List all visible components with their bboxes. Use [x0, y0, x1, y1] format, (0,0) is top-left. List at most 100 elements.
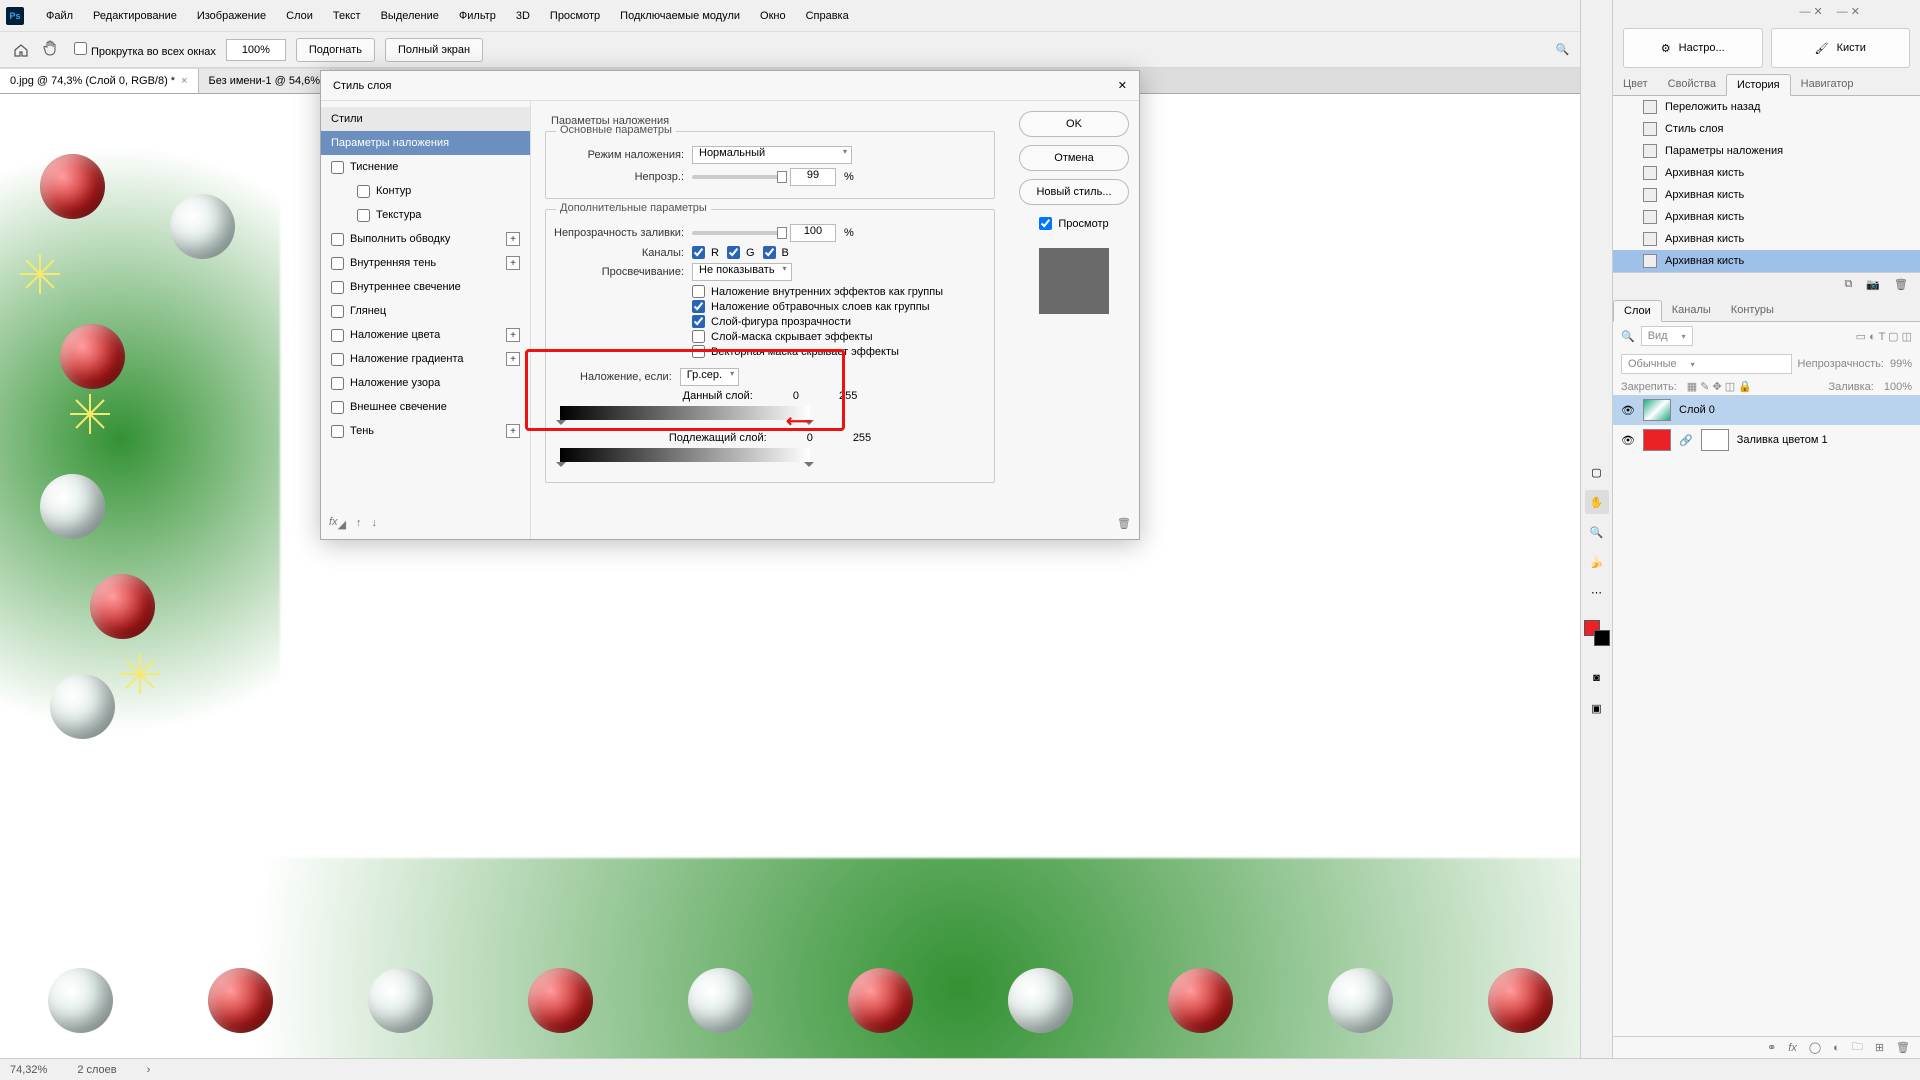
arrow-down-icon[interactable]: ↓ [372, 517, 378, 529]
under-layer-gradient[interactable] [560, 448, 810, 462]
menu-file[interactable]: Файл [36, 6, 83, 26]
menu-layers[interactable]: Слои [276, 6, 323, 26]
chk-vmask-fx[interactable] [692, 345, 705, 358]
cancel-button[interactable]: Отмена [1019, 145, 1129, 171]
search-icon[interactable]: 🔍 [1621, 330, 1635, 343]
history-item[interactable]: Архивная кисть [1613, 184, 1920, 206]
history-item[interactable]: Параметры наложения [1613, 140, 1920, 162]
layer-row-1[interactable]: 👁 🔗 Заливка цветом 1 [1613, 425, 1920, 455]
tab-navigator[interactable]: Навигатор [1791, 74, 1864, 95]
visibility-icon[interactable]: 👁 [1621, 434, 1635, 447]
artboard-icon[interactable]: ▢ [1585, 460, 1609, 484]
fullscreen-button[interactable]: Полный экран [385, 38, 483, 62]
mask-icon[interactable]: ◯ [1809, 1041, 1821, 1054]
blend-mode-select[interactable]: Нормальный [692, 146, 852, 164]
style-item[interactable]: Тень+ [321, 419, 530, 443]
history-item[interactable]: Стиль слоя [1613, 118, 1920, 140]
zoom-input[interactable]: 100% [226, 39, 286, 61]
menu-view[interactable]: Просмотр [540, 6, 610, 26]
styles-header[interactable]: Стили [331, 113, 363, 125]
style-item[interactable]: Выполнить обводку+ [321, 227, 530, 251]
style-item[interactable]: Контур [321, 179, 530, 203]
dock-settings[interactable]: ⚙Настро... [1623, 28, 1763, 68]
style-item[interactable]: Внутреннее свечение [321, 275, 530, 299]
style-item[interactable]: Текстура [321, 203, 530, 227]
history-item[interactable]: Архивная кисть [1613, 162, 1920, 184]
panel-minimize[interactable]: — ✕ [1799, 5, 1822, 18]
color-swatches[interactable] [1584, 620, 1610, 646]
layer-filter[interactable]: Вид [1641, 326, 1693, 346]
style-item[interactable]: Внутренняя тень+ [321, 251, 530, 275]
camera-icon[interactable]: 📷 [1866, 278, 1880, 291]
chk-inner-fx[interactable] [692, 285, 705, 298]
close-icon[interactable]: ✕ [1118, 79, 1127, 92]
preview-checkbox[interactable] [1039, 217, 1052, 230]
channel-r[interactable] [692, 246, 705, 259]
hand-tool-icon[interactable] [42, 39, 64, 61]
add-icon[interactable]: + [506, 424, 520, 438]
opacity-input[interactable]: 99 [790, 168, 836, 186]
visibility-icon[interactable]: 👁 [1621, 404, 1635, 417]
menu-plugins[interactable]: Подключаемые модули [610, 6, 750, 26]
fill-value[interactable]: 100% [1884, 381, 1912, 393]
tab-layers[interactable]: Слои [1613, 300, 1662, 322]
chk-trans-shape[interactable] [692, 315, 705, 328]
ok-button[interactable]: OK [1019, 111, 1129, 137]
quickmask-icon[interactable]: ◙ [1585, 666, 1609, 690]
style-item[interactable]: Наложение градиента+ [321, 347, 530, 371]
style-item[interactable]: Наложение цвета+ [321, 323, 530, 347]
history-item[interactable]: Архивная кисть [1613, 250, 1920, 272]
layer-row-0[interactable]: 👁 Слой 0 [1613, 395, 1920, 425]
style-item[interactable]: Наложение узора [321, 371, 530, 395]
knockout-select[interactable]: Не показывать [692, 263, 792, 281]
menu-edit[interactable]: Редактирование [83, 6, 187, 26]
doc-tab-0[interactable]: 0.jpg @ 74,3% (Слой 0, RGB/8) *× [0, 69, 199, 93]
folder-icon[interactable]: 🗀 [1852, 1038, 1863, 1057]
menu-3d[interactable]: 3D [506, 6, 540, 26]
fx-icon[interactable]: fx◢ [329, 516, 346, 531]
chk-mask-fx[interactable] [692, 330, 705, 343]
home-icon[interactable] [10, 39, 32, 61]
menu-help[interactable]: Справка [796, 6, 859, 26]
fill-opacity-input[interactable]: 100 [790, 224, 836, 242]
more-tools[interactable]: ⋯ [1585, 580, 1609, 604]
channel-b[interactable] [763, 246, 776, 259]
fit-button[interactable]: Подогнать [296, 38, 375, 62]
fill-opacity-slider[interactable] [692, 231, 782, 235]
add-icon[interactable]: + [506, 328, 520, 342]
filter-icons[interactable]: ▭ ◐ T ▢ ◫ [1856, 330, 1912, 343]
tab-paths[interactable]: Контуры [1721, 300, 1784, 321]
menu-filter[interactable]: Фильтр [449, 6, 506, 26]
new-style-button[interactable]: Новый стиль... [1019, 179, 1129, 205]
link-icon[interactable]: ⚭ [1767, 1041, 1776, 1054]
style-item[interactable]: Глянец [321, 299, 530, 323]
status-zoom[interactable]: 74,32% [10, 1064, 47, 1076]
hand-tool[interactable]: ✋ [1585, 490, 1609, 514]
snapshot-icon[interactable]: ⧉ [1844, 278, 1852, 291]
blendif-select[interactable]: Гр.сер. [680, 368, 739, 386]
adjustment-icon[interactable]: ◐ [1833, 1042, 1840, 1054]
tab-channels[interactable]: Каналы [1662, 300, 1721, 321]
trash-icon[interactable]: 🗑 [1896, 1041, 1910, 1054]
add-icon[interactable]: + [506, 232, 520, 246]
tab-history[interactable]: История [1726, 74, 1791, 96]
trash-icon[interactable]: 🗑 [1117, 517, 1131, 530]
style-item[interactable]: Параметры наложения [321, 131, 530, 155]
history-item[interactable]: Переложить назад [1613, 96, 1920, 118]
doc-tab-1[interactable]: Без имени-1 @ 54,6% [199, 69, 332, 93]
channel-g[interactable] [727, 246, 740, 259]
dock-brushes[interactable]: 🖌Кисти [1771, 28, 1911, 68]
opacity-value[interactable]: 99% [1890, 358, 1912, 370]
search-icon[interactable]: 🔍 [1556, 43, 1570, 56]
menu-text[interactable]: Текст [323, 6, 371, 26]
zoom-tool[interactable]: 🔍 [1585, 520, 1609, 544]
style-item[interactable]: Внешнее свечение [321, 395, 530, 419]
close-icon[interactable]: × [181, 75, 187, 87]
style-item[interactable]: Тиснение [321, 155, 530, 179]
tab-properties[interactable]: Свойства [1658, 74, 1726, 95]
new-layer-icon[interactable]: ⊞ [1875, 1041, 1884, 1054]
trash-icon[interactable]: 🗑 [1894, 278, 1908, 291]
scroll-all-checkbox[interactable]: Прокрутка во всех окнах [74, 42, 216, 58]
lock-icons[interactable]: ▦ ✎ ✥ ◫ 🔒 [1687, 380, 1752, 393]
add-icon[interactable]: + [506, 352, 520, 366]
